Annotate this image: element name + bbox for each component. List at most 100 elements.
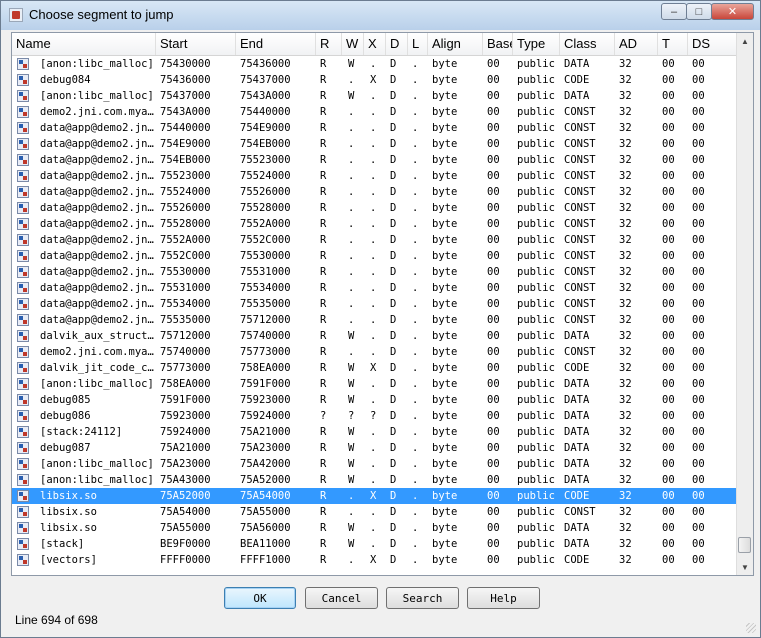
cell-end: 754E9000 <box>240 122 291 134</box>
resize-grip-icon[interactable] <box>746 623 756 633</box>
cell-end: 75773000 <box>240 346 291 358</box>
segment-row[interactable]: data@app@demo2.jn… 754E9000 754EB000 R.. D. b… <box>12 136 738 152</box>
cell-class: CONST <box>564 298 596 310</box>
cell-start: 7552A000 <box>160 234 211 246</box>
segment-list[interactable]: NameStartEndRWXDLAlignBaseTypeClassADTDS… <box>11 32 754 576</box>
segment-row[interactable]: [vectors] FFFF0000 FFFF1000 R. X D. byte 00 publ… <box>12 552 738 568</box>
scroll-up-icon[interactable]: ▲ <box>737 33 753 49</box>
cell-x: . <box>370 506 377 518</box>
cell-l: . <box>412 218 419 230</box>
segment-row[interactable]: dalvik_jit_code_c… 75773000 758EA000 R W X D. b… <box>12 360 738 376</box>
segment-row[interactable]: [stack:24112] 75924000 75A21000 R W. D. byte 00… <box>12 424 738 440</box>
cell-w: . <box>348 314 355 326</box>
segment-row[interactable]: data@app@demo2.jn… 75523000 75524000 R.. D. b… <box>12 168 738 184</box>
segment-row[interactable]: [anon:libc_malloc] 75437000 7543A000 R W. D. b… <box>12 88 738 104</box>
cell-align: byte <box>432 554 458 566</box>
cell-end: 75524000 <box>240 170 291 182</box>
column-header-t[interactable]: T <box>658 33 688 55</box>
scroll-down-icon[interactable]: ▼ <box>737 559 753 575</box>
column-header-w[interactable]: W <box>342 33 364 55</box>
maximize-icon[interactable]: □ <box>686 3 712 20</box>
column-header-d[interactable]: D <box>386 33 408 55</box>
segment-row[interactable]: data@app@demo2.jn… 75530000 75531000 R.. D. b… <box>12 264 738 280</box>
column-header-l[interactable]: L <box>408 33 428 55</box>
minimize-icon[interactable]: – <box>661 3 687 20</box>
segment-row[interactable]: data@app@demo2.jn… 75531000 75534000 R.. D. b… <box>12 280 738 296</box>
segment-row[interactable]: libsix.so 75A52000 75A54000 R. X D. byte 00 publ… <box>12 488 738 504</box>
segment-row[interactable]: debug086 75923000 75924000??? D. byte 00 publi… <box>12 408 738 424</box>
ok-button[interactable]: OK <box>224 587 296 609</box>
segment-icon <box>17 266 29 278</box>
column-header-align[interactable]: Align <box>428 33 483 55</box>
column-header-ad[interactable]: AD <box>615 33 658 55</box>
cell-type: public <box>517 330 555 342</box>
segment-row[interactable]: demo2.jni.com.mya… 7543A000 75440000 R.. D. b… <box>12 104 738 120</box>
segment-row[interactable]: libsix.so 75A55000 75A56000 R W. D. byte 00 publ… <box>12 520 738 536</box>
cell-align: byte <box>432 202 458 214</box>
column-header-end[interactable]: End <box>236 33 316 55</box>
segment-row[interactable]: data@app@demo2.jn… 75534000 75535000 R.. D. b… <box>12 296 738 312</box>
segment-row[interactable]: data@app@demo2.jn… 75535000 75712000 R.. D. b… <box>12 312 738 328</box>
cancel-button[interactable]: Cancel <box>305 587 378 609</box>
cell-x: . <box>370 218 377 230</box>
column-header-r[interactable]: R <box>316 33 342 55</box>
cell-l: . <box>412 426 419 438</box>
search-button[interactable]: Search <box>386 587 459 609</box>
cell-base: 00 <box>487 90 500 102</box>
cell-d: D <box>390 218 397 230</box>
segment-row[interactable]: dalvik_aux_struct… 75712000 75740000 R W. D. b… <box>12 328 738 344</box>
column-header-name[interactable]: Name <box>12 33 156 55</box>
column-header-ds[interactable]: DS <box>688 33 738 55</box>
segment-row[interactable]: data@app@demo2.jn… 75440000 754E9000 R.. D. b… <box>12 120 738 136</box>
close-icon[interactable]: ✕ <box>711 3 754 20</box>
cell-r: R <box>320 74 327 86</box>
column-header-type[interactable]: Type <box>513 33 560 55</box>
cell-name: [anon:libc_malloc] <box>40 378 154 390</box>
cell-w: W <box>348 394 355 406</box>
cell-t: 00 <box>662 58 675 70</box>
column-header-x[interactable]: X <box>364 33 386 55</box>
segment-row[interactable]: data@app@demo2.jn… 7552A000 7552C000 R.. D. b… <box>12 232 738 248</box>
cell-x: ? <box>370 410 377 422</box>
scrollbar-thumb[interactable] <box>738 537 751 553</box>
vertical-scrollbar[interactable]: ▲ ▼ <box>736 33 753 575</box>
segment-row[interactable]: data@app@demo2.jn… 754EB000 75523000 R.. D. b… <box>12 152 738 168</box>
cell-class: DATA <box>564 474 590 486</box>
segment-icon <box>17 170 29 182</box>
column-header-class[interactable]: Class <box>560 33 615 55</box>
segment-icon <box>17 138 29 150</box>
segment-row[interactable]: demo2.jni.com.mya… 75740000 75773000 R.. D. b… <box>12 344 738 360</box>
cell-r: R <box>320 154 327 166</box>
cell-r: R <box>320 234 327 246</box>
cell-end: 75535000 <box>240 298 291 310</box>
segment-row[interactable]: data@app@demo2.jn… 75528000 7552A000 R.. D. b… <box>12 216 738 232</box>
segment-row[interactable]: [anon:libc_malloc] 75A43000 75A52000 R W. D. b… <box>12 472 738 488</box>
segment-row[interactable]: [anon:libc_malloc] 758EA000 7591F000 R W. D. b… <box>12 376 738 392</box>
cell-r: R <box>320 250 327 262</box>
cell-class: CONST <box>564 346 596 358</box>
segment-icon <box>17 442 29 454</box>
segment-row[interactable]: [stack] BE9F0000 BEA11000 R W. D. byte 00 public… <box>12 536 738 552</box>
segment-row[interactable]: data@app@demo2.jn… 75526000 75528000 R.. D. b… <box>12 200 738 216</box>
segment-row[interactable]: libsix.so 75A54000 75A55000 R.. D. byte 00 publ… <box>12 504 738 520</box>
cell-name: debug086 <box>40 410 91 422</box>
cell-d: D <box>390 378 397 390</box>
column-header-base[interactable]: Base <box>483 33 513 55</box>
segment-row[interactable]: data@app@demo2.jn… 75524000 75526000 R.. D. b… <box>12 184 738 200</box>
segment-row[interactable]: debug084 75436000 75437000 R. X D. byte 00 publi… <box>12 72 738 88</box>
column-header-start[interactable]: Start <box>156 33 236 55</box>
segment-row[interactable]: debug087 75A21000 75A23000 R W. D. byte 00 publi… <box>12 440 738 456</box>
cell-start: 754E9000 <box>160 138 211 150</box>
segment-row[interactable]: [anon:libc_malloc] 75430000 75436000 R W. D. b… <box>12 56 738 72</box>
segment-row[interactable]: [anon:libc_malloc] 75A23000 75A42000 R W. D. b… <box>12 456 738 472</box>
help-button[interactable]: Help <box>467 587 540 609</box>
segment-row[interactable]: data@app@demo2.jn… 7552C000 75530000 R.. D. b… <box>12 248 738 264</box>
cell-w: . <box>348 490 355 502</box>
cell-type: public <box>517 362 555 374</box>
title-bar[interactable]: Choose segment to jump – □ ✕ <box>1 1 760 30</box>
cell-l: . <box>412 442 419 454</box>
cell-d: D <box>390 362 397 374</box>
segment-row[interactable]: debug085 7591F000 75923000 R W. D. byte 00 publi… <box>12 392 738 408</box>
cell-d: D <box>390 298 397 310</box>
cell-w: W <box>348 474 355 486</box>
